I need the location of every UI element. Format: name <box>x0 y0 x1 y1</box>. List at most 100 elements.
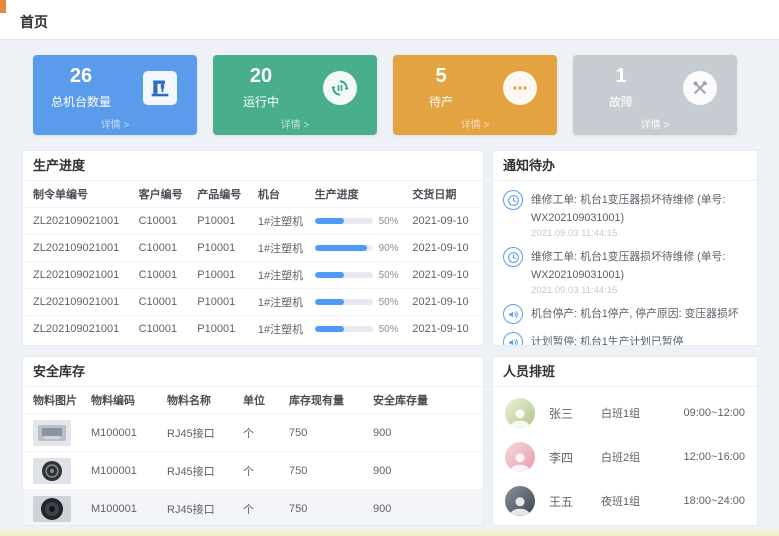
col-header: 客户编号 <box>139 186 198 202</box>
notice-item[interactable]: 维修工单: 机台1变压器损坏待维修 (单号: WX202109031001) 2… <box>503 190 747 239</box>
clock-icon <box>503 247 523 267</box>
material-unit: 个 <box>243 425 289 441</box>
progress-bar <box>315 326 373 332</box>
customer-no: C10001 <box>139 269 198 281</box>
product-no: P10001 <box>197 323 258 335</box>
notice-item[interactable]: 机台停产: 机台1停产, 停产原因: 变压器损坏 <box>503 304 747 324</box>
panel-production-progress: 生产进度 制令单编号 客户编号 产品编号 机台 生产进度 交货日期 ZL2021… <box>22 150 484 346</box>
col-header: 安全库存量 <box>373 392 457 408</box>
window-edge-accent <box>0 0 6 13</box>
table-row: ZL202109021001 C10001 P10001 1#注塑机 50% 2… <box>23 315 483 342</box>
material-unit: 个 <box>243 501 289 517</box>
staff-row: 李四 白班2组 12:00~16:00 <box>505 435 745 479</box>
card-detail-link[interactable]: 详情 > <box>213 116 377 131</box>
table-row: M100001 RJ45接口 个 750 900 <box>23 413 483 451</box>
notice-list: 维修工单: 机台1变压器损坏待维修 (单号: WX202109031001) 2… <box>493 181 757 346</box>
table-row: M100001 RJ45接口 个 750 900 <box>23 451 483 489</box>
progress-percent: 50% <box>379 324 399 335</box>
col-header: 机台 <box>258 186 315 202</box>
material-name: RJ45接口 <box>167 501 243 517</box>
notice-time: 2021.09.03 11:44:15 <box>531 285 747 296</box>
delivery-date: 2021-09-10 <box>412 296 473 308</box>
material-image <box>33 496 71 522</box>
order-no: ZL202109021001 <box>33 323 139 335</box>
product-no: P10001 <box>197 296 258 308</box>
staff-time: 12:00~16:00 <box>665 451 745 463</box>
card-waiting: 5 待产 详情 > <box>393 55 557 135</box>
material-name: RJ45接口 <box>167 425 243 441</box>
order-no: ZL202109021001 <box>33 242 139 254</box>
col-header: 物料名称 <box>167 392 243 408</box>
card-value: 5 <box>393 65 489 88</box>
order-no: ZL202109021001 <box>33 269 139 281</box>
progress-percent: 50% <box>379 270 399 281</box>
panel-title: 通知待办 <box>493 151 757 181</box>
table-row: ZL202109021001 C10001 P10001 1#注塑机 90% 2… <box>23 234 483 261</box>
col-header: 交货日期 <box>412 186 473 202</box>
order-no: ZL202109021001 <box>33 215 139 227</box>
table-row: ZL202109021001 C10001 P10001 1#注塑机 50% 2… <box>23 288 483 315</box>
progress-bar <box>315 218 373 224</box>
material-unit: 个 <box>243 463 289 479</box>
material-image <box>33 420 71 446</box>
notice-item[interactable]: 维修工单: 机台1变压器损坏待维修 (单号: WX202109031001) 2… <box>503 247 747 296</box>
card-label: 故障 <box>573 93 669 110</box>
material-code: M100001 <box>91 503 167 515</box>
customer-no: C10001 <box>139 215 198 227</box>
card-fault: 1 故障 详情 > <box>573 55 737 135</box>
stock-safety: 900 <box>373 465 457 477</box>
panel-title: 安全库存 <box>23 357 483 387</box>
table-row: M100001 RJ45接口 个 750 900 <box>23 489 483 526</box>
card-detail-link[interactable]: 详情 > <box>33 116 197 131</box>
staff-row: 张三 白班1组 09:00~12:00 <box>505 391 745 435</box>
panel-staff-schedule: 人员排班 张三 白班1组 09:00~12:00 李四 白班2组 12:00~1… <box>492 356 758 526</box>
product-no: P10001 <box>197 215 258 227</box>
col-header: 物料图片 <box>33 392 91 408</box>
table-row: ZL202109021001 C10001 P10001 1#注塑机 50% 2… <box>23 261 483 288</box>
card-running: 20 运行中 详情 > <box>213 55 377 135</box>
col-header: 库存现有量 <box>289 392 373 408</box>
machine-icon <box>143 71 177 105</box>
material-image <box>33 458 71 484</box>
product-no: P10001 <box>197 242 258 254</box>
machine-name: 1#注塑机 <box>258 294 315 310</box>
notice-text: 计划暂停: 机台1生产计划已暂停 <box>531 336 683 346</box>
stock-current: 750 <box>289 465 373 477</box>
panel-notifications: 通知待办 维修工单: 机台1变压器损坏待维修 (单号: WX2021090310… <box>492 150 758 346</box>
staff-name: 李四 <box>549 449 601 466</box>
notice-item[interactable]: 计划暂停: 机台1生产计划已暂停 2021.09.03 11:44:15 <box>503 332 747 346</box>
breadcrumb-home[interactable]: 首页 <box>20 12 48 32</box>
material-code: M100001 <box>91 427 167 439</box>
ellipsis-icon <box>503 71 537 105</box>
progress-percent: 50% <box>379 216 399 227</box>
staff-name: 王五 <box>549 493 601 510</box>
delivery-date: 2021-09-10 <box>412 269 473 281</box>
table-row: ZL202109021001 C10001 P10001 1#注塑机 50% 2… <box>23 207 483 234</box>
running-cycle-icon <box>323 71 357 105</box>
card-total-machines: 26 总机台数量 详情 > <box>33 55 197 135</box>
speaker-icon <box>503 332 523 346</box>
panel-safety-stock: 安全库存 物料图片 物料编码 物料名称 单位 库存现有量 安全库存量 M1000… <box>22 356 484 526</box>
card-label: 待产 <box>393 93 489 110</box>
stock-current: 750 <box>289 503 373 515</box>
machine-name: 1#注塑机 <box>258 213 315 229</box>
notice-text: 维修工单: 机台1变压器损坏待维修 (单号: WX202109031001) <box>531 194 725 224</box>
tools-icon <box>683 71 717 105</box>
card-value: 20 <box>213 65 309 88</box>
table-header: 制令单编号 客户编号 产品编号 机台 生产进度 交货日期 <box>23 181 483 207</box>
progress-bar <box>315 245 373 251</box>
staff-shift: 白班2组 <box>601 449 665 465</box>
staff-name: 张三 <box>549 405 601 422</box>
col-header: 制令单编号 <box>33 186 139 202</box>
clock-icon <box>503 190 523 210</box>
notice-text: 维修工单: 机台1变压器损坏待维修 (单号: WX202109031001) <box>531 251 725 281</box>
delivery-date: 2021-09-10 <box>412 242 473 254</box>
card-detail-link[interactable]: 详情 > <box>573 116 737 131</box>
machine-name: 1#注塑机 <box>258 240 315 256</box>
product-no: P10001 <box>197 269 258 281</box>
window-bottom-strip <box>0 531 779 536</box>
card-detail-link[interactable]: 详情 > <box>393 116 557 131</box>
customer-no: C10001 <box>139 296 198 308</box>
avatar <box>505 398 535 428</box>
col-header: 物料编码 <box>91 392 167 408</box>
